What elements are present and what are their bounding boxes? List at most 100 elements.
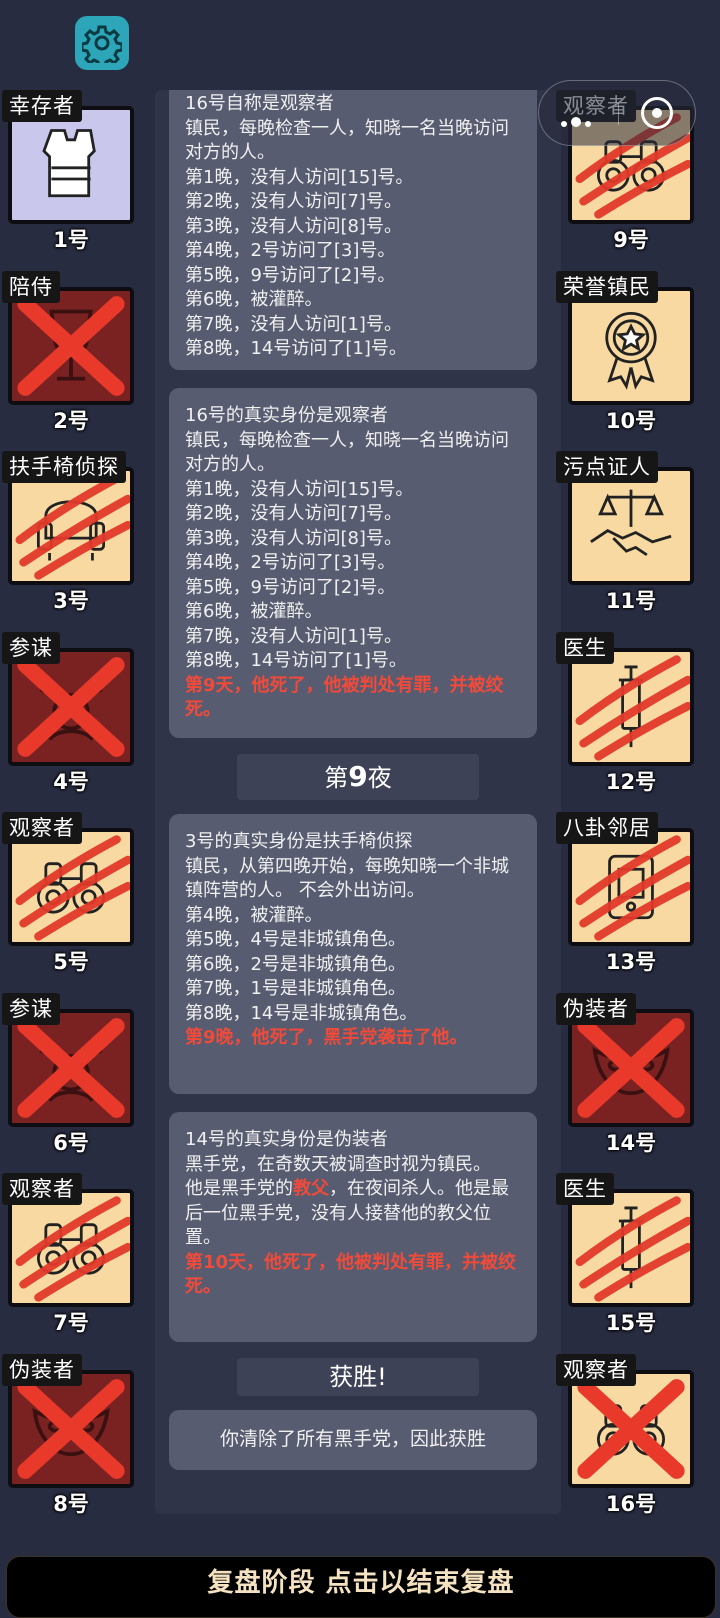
role-tile xyxy=(8,828,134,946)
mask-icon xyxy=(17,1378,125,1479)
player-number: 2号 xyxy=(53,408,89,433)
message-line: 第1晚，没有人访问[15]号。 xyxy=(185,478,414,500)
role-tile xyxy=(568,1369,694,1488)
player-card[interactable]: 伪装者 14号 xyxy=(556,992,696,1155)
message-line: 第7晚，没有人访问[1]号。 xyxy=(185,625,402,647)
message-reveal-3: 3号的真实身份是扶手椅侦探 镇民，从第四晚开始，每晚知晓一个非城镇阵营的人。 不… xyxy=(169,814,537,1094)
player-card[interactable]: 陪侍 2号 xyxy=(0,270,136,433)
night-title-suffix: 夜 xyxy=(367,764,392,792)
miniprogram-capsule xyxy=(538,80,696,146)
night-title: 第9夜 xyxy=(237,754,479,800)
role-label: 八卦邻居 xyxy=(556,812,658,844)
message-line: 第3晚，没有人访问[8]号。 xyxy=(185,527,402,549)
message-line: 镇民，每晚检查一人，知晓一名当晚访问对方的人。 xyxy=(185,117,509,164)
vest-icon xyxy=(42,129,96,198)
role-label: 扶手椅侦探 xyxy=(2,451,126,483)
message-line: 第4晚，被灌醉。 xyxy=(185,904,323,926)
player-card[interactable]: 荣誉镇民 10号 xyxy=(556,270,696,433)
role-label: 污点证人 xyxy=(556,451,658,483)
target-circle-icon[interactable] xyxy=(641,97,673,129)
binoculars-icon xyxy=(577,1378,685,1479)
message-line: 第2晚，没有人访问[7]号。 xyxy=(185,191,402,212)
role-highlight: 教父 xyxy=(293,1178,329,1199)
player-number: 16号 xyxy=(605,1491,657,1516)
role-label: 医生 xyxy=(556,631,614,664)
player-number: 10号 xyxy=(605,408,657,433)
player-card[interactable]: 医生 12号 xyxy=(556,631,696,794)
role-tile xyxy=(8,1369,134,1488)
binoculars-icon xyxy=(15,1196,130,1302)
player-number: 9号 xyxy=(613,228,649,252)
armchair-icon xyxy=(15,474,130,580)
message-line: 第7晚，1号是非城镇角色。 xyxy=(185,978,406,999)
player-number: 7号 xyxy=(53,1311,89,1335)
player-card[interactable]: 观察者 5号 xyxy=(0,812,136,974)
player-number: 12号 xyxy=(605,769,657,794)
syringe-icon xyxy=(575,1196,690,1302)
player-card[interactable]: 八卦邻居 13号 xyxy=(556,812,696,974)
advisor-icon xyxy=(17,1017,125,1118)
message-line: 他是黑手党的教父，在夜间杀人。他是最后一位黑手党，没有人接替他的教父位置。 xyxy=(185,1177,521,1251)
message-line: 第5晚，9号访问了[2]号。 xyxy=(185,264,396,286)
binoculars-icon xyxy=(15,835,130,941)
scales-handshake-icon xyxy=(590,489,672,557)
claw-scratch-icon xyxy=(575,835,690,941)
role-label: 参谋 xyxy=(2,631,60,664)
message-line: 16号的真实身份是观察者 xyxy=(185,405,388,426)
player-number: 4号 xyxy=(53,769,89,794)
player-card[interactable]: 幸存者 1号 xyxy=(0,90,136,252)
message-line: 第4晚，2号访问了[3]号。 xyxy=(185,552,396,573)
message-line: 第6晚，被灌醉。 xyxy=(185,289,323,310)
player-card[interactable]: 伪装者 8号 xyxy=(0,1353,136,1516)
role-label: 伪装者 xyxy=(2,1353,82,1386)
role-tile xyxy=(8,106,134,224)
message-line: 第2晚，没有人访问[7]号。 xyxy=(185,503,402,524)
cross-mark-icon xyxy=(17,1017,125,1118)
player-card[interactable]: 参谋 6号 xyxy=(0,992,136,1155)
message-claim-16: 16号自称是观察者 镇民，每晚检查一人，知晓一名当晚访问对方的人。 第1晚，没有… xyxy=(169,90,537,370)
mask-icon xyxy=(577,1017,685,1118)
end-replay-button[interactable]: 复盘阶段 点击以结束复盘 xyxy=(6,1556,716,1618)
player-number: 14号 xyxy=(605,1130,657,1155)
settings-button[interactable] xyxy=(75,16,129,70)
message-line: 第6晚，被灌醉。 xyxy=(185,601,323,622)
message-line: 第5晚，4号是非城镇角色。 xyxy=(185,929,406,950)
player-number: 11号 xyxy=(605,589,657,613)
player-number: 5号 xyxy=(53,950,89,974)
player-card[interactable]: 观察者 16号 xyxy=(556,1353,696,1516)
message-line: 第8晚，14号是非城镇角色。 xyxy=(185,1002,418,1024)
claw-scratch-icon xyxy=(15,835,130,941)
role-tile xyxy=(568,647,694,766)
message-line: 黑手党，在奇数天被调查时视为镇民。 xyxy=(185,1153,491,1175)
player-card[interactable]: 观察者 7号 xyxy=(0,1173,136,1335)
more-dots-icon[interactable] xyxy=(561,112,595,131)
claw-scratch-icon xyxy=(15,474,130,580)
role-label: 幸存者 xyxy=(2,90,82,122)
claw-scratch-icon xyxy=(15,1196,130,1302)
gear-icon xyxy=(82,25,122,63)
message-line: 第4晚，2号访问了[3]号。 xyxy=(185,240,396,261)
role-label: 观察者 xyxy=(2,812,82,844)
role-label: 陪侍 xyxy=(2,270,60,303)
role-tile xyxy=(568,828,694,946)
capsule-divider xyxy=(618,103,619,125)
player-card[interactable]: 参谋 4号 xyxy=(0,631,136,794)
replay-log-panel[interactable]: 16号自称是观察者 镇民，每晚检查一人，知晓一名当晚访问对方的人。 第1晚，没有… xyxy=(155,90,561,1514)
message-line: 第8晚，14号访问了[1]号。 xyxy=(185,650,407,671)
death-notice: 第10天，他死了，他被判处有罪，并被绞死。 xyxy=(185,1251,517,1298)
syringe-icon xyxy=(575,654,690,761)
role-label: 荣誉镇民 xyxy=(556,270,658,303)
player-card[interactable]: 污点证人 11号 xyxy=(556,451,696,613)
night-title-number: 9 xyxy=(348,760,368,793)
message-reveal-16: 16号的真实身份是观察者 镇民，每晚检查一人，知晓一名当晚访问对方的人。 第1晚… xyxy=(169,388,537,738)
player-card[interactable]: 扶手椅侦探 3号 xyxy=(0,451,136,613)
message-line: 16号自称是观察者 xyxy=(185,93,334,114)
advisor-icon xyxy=(17,656,125,757)
role-label: 医生 xyxy=(556,1173,614,1205)
role-label: 观察者 xyxy=(2,1173,82,1205)
victory-title: 获胜! xyxy=(237,1358,479,1396)
role-tile xyxy=(8,1189,134,1307)
player-card[interactable]: 医生 15号 xyxy=(556,1173,696,1335)
cross-mark-icon xyxy=(17,656,125,757)
message-line: 第3晚，没有人访问[8]号。 xyxy=(185,215,402,237)
